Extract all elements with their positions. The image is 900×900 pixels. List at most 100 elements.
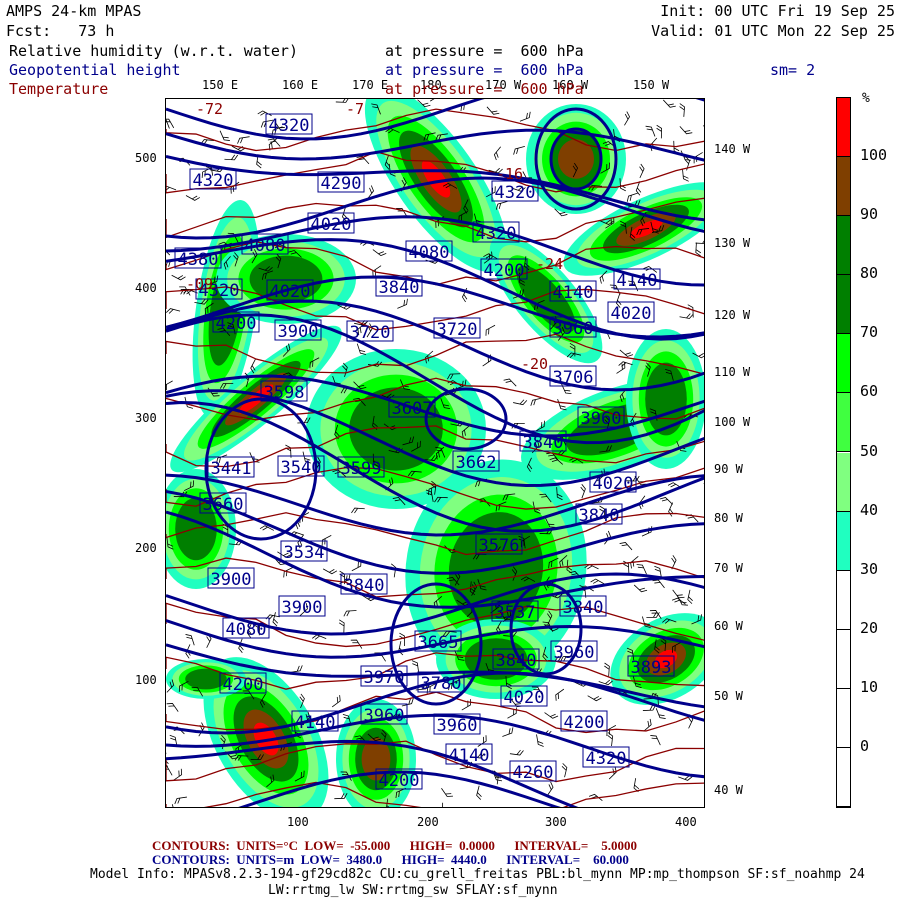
height-label: 4200 xyxy=(379,771,420,791)
lon-label-right: 80 W xyxy=(714,511,743,525)
height-label: 3840 xyxy=(579,506,620,526)
height-label: 4380 xyxy=(178,250,219,270)
temperature-label: -7 xyxy=(346,100,364,118)
field-height-level: at pressure = 600 hPa xyxy=(385,61,584,79)
wind-barb xyxy=(687,589,693,604)
height-label: 4080 xyxy=(409,243,450,263)
wind-barb xyxy=(198,722,205,737)
smoothing-label: sm= 2 xyxy=(770,61,816,79)
x-tick-label: 100 xyxy=(287,815,309,829)
height-label: 4200 xyxy=(216,314,257,334)
temperature-label: -16 xyxy=(496,165,523,183)
height-label: 3720 xyxy=(350,323,391,343)
height-label: 4020 xyxy=(611,304,652,324)
height-label: 4080 xyxy=(226,620,267,640)
height-label: 4020 xyxy=(311,215,352,235)
wind-barb xyxy=(557,399,567,411)
wind-barb xyxy=(695,242,702,257)
humidity-shade xyxy=(645,362,687,436)
wind-barb xyxy=(702,125,704,133)
height-label: 4020 xyxy=(593,474,634,494)
wind-barb xyxy=(411,660,420,673)
map-canvas: 4320 4320 4290 4020 4080 4380 4320 4020 4200 3900… xyxy=(166,99,704,807)
wind-barb xyxy=(695,238,704,245)
height-label: 3662 xyxy=(456,453,497,473)
height-label: 4320 xyxy=(269,116,310,136)
height-label: 4140 xyxy=(553,283,594,303)
height-label: 3660 xyxy=(203,495,244,515)
field-rh-level: at pressure = 600 hPa xyxy=(385,42,584,60)
x-tick-label: 300 xyxy=(545,815,567,829)
lon-label-right: 100 W xyxy=(714,415,751,429)
lon-label-top: 150 E xyxy=(202,78,239,92)
wind-barb xyxy=(668,502,674,517)
height-label: 3840 xyxy=(523,433,564,453)
lon-label-top: 170 E xyxy=(352,78,389,92)
height-label: 3534 xyxy=(284,543,325,563)
colorbar-segment xyxy=(837,629,850,689)
height-label: 3840 xyxy=(344,576,385,596)
init-time: Init: 00 UTC Fri 19 Sep 25 xyxy=(660,2,895,20)
colorbar-segment xyxy=(837,157,850,217)
wind-barb xyxy=(645,125,656,137)
height-label: 4320 xyxy=(476,224,517,244)
colorbar-segment xyxy=(837,334,850,394)
lon-label-right: 50 W xyxy=(714,689,743,703)
wind-barb xyxy=(502,727,514,737)
wind-barb xyxy=(682,168,689,182)
height-label: 3576 xyxy=(479,536,520,556)
height-label: 4140 xyxy=(295,713,336,733)
height-label: 4200 xyxy=(564,713,605,733)
wind-barb xyxy=(619,542,633,551)
wind-barb xyxy=(639,163,645,179)
humidity-shade xyxy=(185,668,227,690)
wind-barb xyxy=(536,734,544,747)
wind-barb xyxy=(633,584,648,593)
wind-barb xyxy=(338,619,345,633)
wind-barb xyxy=(372,249,387,257)
map-plot: 4320 4320 4290 4020 4080 4380 4320 4020 4200 3900… xyxy=(165,98,705,808)
wind-barb xyxy=(331,695,341,708)
colorbar-segment xyxy=(837,747,850,807)
colorbar-label: 60 xyxy=(860,382,879,401)
colorbar-label: 30 xyxy=(860,559,879,578)
height-label: 4080 xyxy=(245,236,286,256)
y-tick-label: 500 xyxy=(135,151,157,165)
wind-barb xyxy=(171,274,186,281)
height-label: 3960 xyxy=(364,706,405,726)
height-label: 4140 xyxy=(617,271,658,291)
height-label: 3706 xyxy=(553,368,594,388)
wind-barb xyxy=(173,768,183,781)
lon-label-top: 150 W xyxy=(633,78,670,92)
wind-barb xyxy=(513,146,525,155)
colorbar xyxy=(836,97,851,808)
colorbar-unit: % xyxy=(862,91,870,106)
wind-barb xyxy=(672,589,685,599)
colorbar-segment xyxy=(837,452,850,512)
wind-barb xyxy=(219,130,230,141)
temperature-label: -24 xyxy=(536,255,563,273)
colorbar-label: 40 xyxy=(860,500,879,519)
wind-barb xyxy=(679,103,685,117)
height-label: 4200 xyxy=(223,675,264,695)
height-label: 3537 xyxy=(495,603,536,623)
height-label: 3960 xyxy=(553,319,594,339)
wind-barb xyxy=(185,195,200,201)
colorbar-label: 100 xyxy=(860,146,888,165)
height-label: 3607 xyxy=(392,399,433,419)
y-tick-label: 300 xyxy=(135,411,157,425)
wind-barb xyxy=(679,313,694,319)
wind-barb xyxy=(509,749,524,756)
height-label: 4140 xyxy=(449,746,490,766)
wind-barb xyxy=(624,111,631,126)
wind-barb xyxy=(174,796,187,805)
lon-label-right: 70 W xyxy=(714,561,743,575)
wind-barb xyxy=(493,146,501,161)
height-label: 3441 xyxy=(211,459,252,479)
colorbar-segment xyxy=(837,688,850,748)
wind-barb xyxy=(166,703,179,712)
field-height-label: Geopotential height xyxy=(9,61,181,79)
lon-label-right: 130 W xyxy=(714,236,751,250)
field-rh-label: Relative humidity (w.r.t. water) xyxy=(9,42,298,60)
colorbar-label: 10 xyxy=(860,677,879,696)
